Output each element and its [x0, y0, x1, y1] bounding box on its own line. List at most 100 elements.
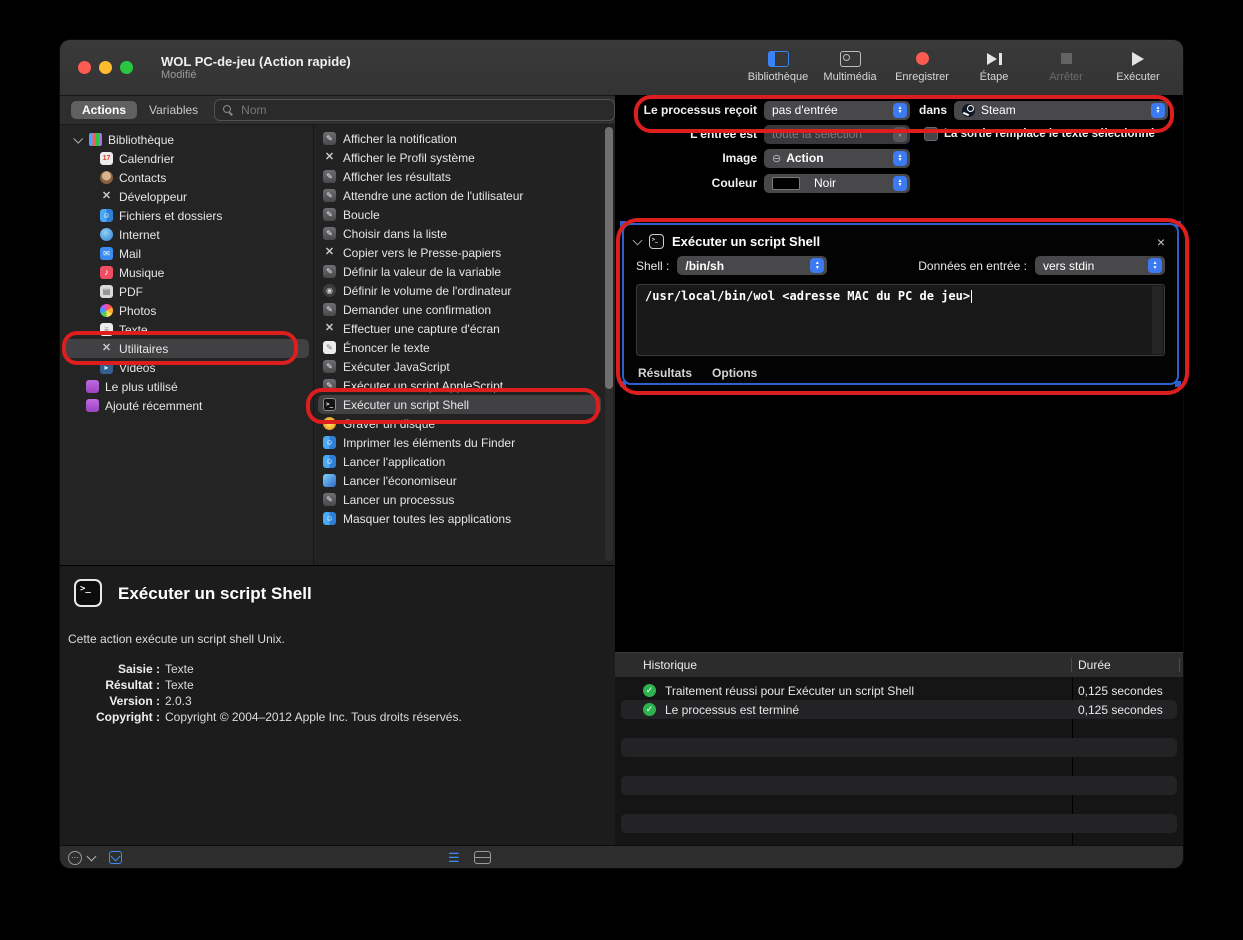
action-item[interactable]: Attendre une action de l'utilisateur [314, 186, 601, 205]
action-icon [323, 132, 336, 145]
action-description-pane: >_ Exécuter un script Shell Cette action… [60, 565, 615, 846]
action-item[interactable]: Définir la valeur de la variable [314, 262, 601, 281]
selection-handle[interactable] [620, 221, 626, 227]
action-item[interactable]: Boucle [314, 205, 601, 224]
toolbar-record-button[interactable]: Enregistrer [891, 51, 953, 85]
workflow-popup-icon[interactable] [109, 851, 122, 864]
search-field[interactable] [214, 99, 615, 121]
color-popup[interactable]: Noir [764, 174, 910, 193]
duration-column-header[interactable]: Durée [1078, 658, 1111, 672]
close-icon[interactable]: × [1157, 235, 1165, 249]
search-input[interactable] [239, 102, 607, 118]
history-row[interactable]: Traitement réussi pour Exécuter un scrip… [621, 681, 1177, 700]
stdin-popup[interactable]: vers stdin [1035, 256, 1165, 275]
sidebar-item-texte[interactable]: Texte [60, 320, 313, 339]
tab-actions[interactable]: Actions [71, 101, 137, 119]
selection-handle[interactable] [1175, 381, 1181, 387]
scrollbar-thumb[interactable] [605, 127, 613, 389]
sidebar-item-pdf[interactable]: PDF [60, 282, 313, 301]
process-input-label: Le processus reçoit [615, 103, 757, 117]
action-item[interactable]: Définir le volume de l'ordinateur [314, 281, 601, 300]
action-item[interactable]: Afficher le Profil système [314, 148, 601, 167]
action-item[interactable]: Lancer un processus [314, 490, 601, 509]
success-check-icon [643, 703, 656, 716]
action-item-shell-script[interactable]: Exécuter un script Shell [318, 395, 601, 414]
script-text: /usr/local/bin/wol <adresse MAC du PC de… [645, 289, 970, 303]
action-item[interactable]: Afficher la notification [314, 129, 601, 148]
sidebar-item-ajoute-recemment[interactable]: Ajouté récemment [60, 396, 313, 415]
mail-icon [100, 247, 113, 260]
tab-variables[interactable]: Variables [149, 103, 198, 117]
action-item[interactable]: Choisir dans la liste [314, 224, 601, 243]
history-row[interactable]: Le processus est terminé 0,125 secondes [621, 700, 1177, 719]
shell-options-row: Shell : /bin/sh Données en entrée : vers… [624, 253, 1177, 275]
scrollbar[interactable] [1152, 286, 1163, 354]
folder-icon [86, 380, 99, 393]
library-sidebar: Bibliothèque Calendrier Contacts Dévelop… [60, 125, 314, 565]
image-popup[interactable]: ⊖Action [764, 149, 910, 168]
minimize-window-button[interactable] [99, 61, 112, 74]
options-button[interactable]: Options [712, 366, 757, 380]
selection-handle[interactable] [1175, 221, 1181, 227]
scrollbar[interactable] [605, 127, 613, 561]
smart-filter-icon[interactable] [68, 851, 82, 865]
field-label: Version : [60, 693, 160, 709]
toolbar-run-button[interactable]: Exécuter [1107, 51, 1169, 85]
sidebar-item-developpeur[interactable]: Développeur [60, 187, 313, 206]
sidebar-item-utilitaires[interactable]: Utilitaires [64, 339, 309, 358]
sidebar-item-bibliotheque[interactable]: Bibliothèque [60, 130, 313, 149]
chevron-down-icon[interactable] [73, 134, 83, 144]
action-item[interactable]: Exécuter JavaScript [314, 357, 601, 376]
action-item[interactable]: Copier vers le Presse-papiers [314, 243, 601, 262]
replace-text-checkbox[interactable] [924, 127, 938, 141]
action-item[interactable]: Imprimer les éléments du Finder [314, 433, 601, 452]
action-item[interactable]: Lancer l'application [314, 452, 601, 471]
action-item[interactable]: Afficher les résultats [314, 167, 601, 186]
log-list-view-icon[interactable] [448, 851, 460, 864]
history-empty-row [621, 738, 1177, 757]
toolbar-media-button[interactable]: Multimédia [819, 51, 881, 85]
column-divider [1179, 658, 1180, 672]
sidebar-item-calendrier[interactable]: Calendrier [60, 149, 313, 168]
image-label: Image [615, 151, 757, 165]
zoom-window-button[interactable] [120, 61, 133, 74]
action-item[interactable]: Effectuer une capture d'écran [314, 319, 601, 338]
collapse-chevron-icon[interactable] [633, 235, 643, 245]
toolbar-step-button[interactable]: Étape [963, 51, 1025, 85]
action-item[interactable]: Exécuter un script AppleScript [314, 376, 601, 395]
color-swatch [772, 177, 800, 190]
utilities-icon [323, 246, 336, 259]
sidebar-item-musique[interactable]: Musique [60, 263, 313, 282]
color-row: Couleur Noir [615, 173, 910, 193]
action-item[interactable]: Masquer toutes les applications [314, 509, 601, 528]
toolbar-library-button[interactable]: Bibliothèque [747, 51, 809, 85]
sidebar-item-videos[interactable]: Vidéos [60, 358, 313, 377]
sidebar-item-internet[interactable]: Internet [60, 225, 313, 244]
sidebar-item-photos[interactable]: Photos [60, 301, 313, 320]
shell-popup[interactable]: /bin/sh [677, 256, 827, 275]
selection-handle[interactable] [620, 381, 626, 387]
sidebar-item-plus-utilise[interactable]: Le plus utilisé [60, 377, 313, 396]
replace-text-label: La sortie remplace le texte sélectionné [944, 128, 1155, 140]
contacts-icon [100, 171, 113, 184]
field-label: Résultat : [60, 677, 160, 693]
action-item[interactable]: Graver un disque [314, 414, 601, 433]
app-popup[interactable]: Steam [954, 101, 1168, 120]
log-rows-view-icon[interactable] [474, 851, 491, 864]
left-pane: Actions Variables Bibliothèque Calendrie… [60, 96, 615, 845]
sidebar-item-contacts[interactable]: Contacts [60, 168, 313, 187]
action-item[interactable]: Énoncer le texte [314, 338, 601, 357]
sidebar-item-fichiers-dossiers[interactable]: Fichiers et dossiers [60, 206, 313, 225]
action-item[interactable]: Lancer l'économiseur [314, 471, 601, 490]
results-button[interactable]: Résultats [638, 366, 692, 380]
sidebar-item-mail[interactable]: Mail [60, 244, 313, 263]
library-tab-bar: Actions Variables [60, 96, 615, 125]
calendar-icon [100, 152, 113, 165]
chevron-down-icon[interactable] [87, 851, 97, 861]
action-item[interactable]: Demander une confirmation [314, 300, 601, 319]
close-window-button[interactable] [78, 61, 91, 74]
script-editor[interactable]: /usr/local/bin/wol <adresse MAC du PC de… [636, 284, 1165, 356]
finder-icon [323, 436, 336, 449]
process-input-popup[interactable]: pas d'entrée [764, 101, 910, 120]
toolbar-library-label: Bibliothèque [748, 71, 809, 83]
